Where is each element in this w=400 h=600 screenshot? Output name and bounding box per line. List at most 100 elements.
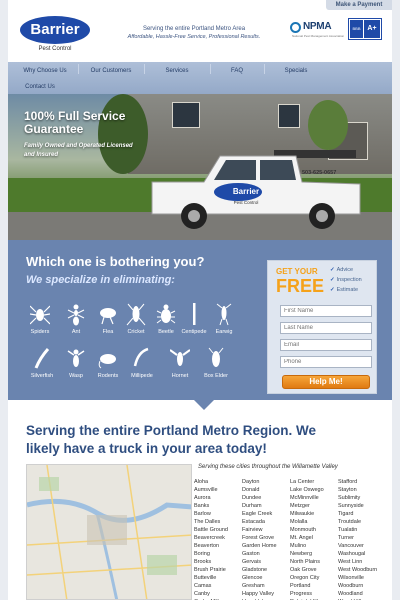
- pests-subtitle: We specialize in eliminating:: [26, 274, 175, 286]
- city-item: Beavercreek: [194, 535, 225, 541]
- checkmark-icon: ✓: [330, 277, 335, 283]
- city-item: Sublimity: [338, 495, 361, 501]
- npma-circle-icon: [290, 22, 301, 33]
- npma-label: NPMA: [303, 21, 332, 32]
- city-item: Metzger: [290, 503, 310, 509]
- bbb-label: BBB: [350, 20, 363, 38]
- section-pointer: [194, 400, 214, 410]
- make-payment-button[interactable]: Make a Payment: [326, 0, 392, 10]
- city-item: Woodburn: [338, 583, 364, 589]
- help-me-button[interactable]: Help Me!: [282, 375, 370, 389]
- truck-phone: 503-625-0657: [302, 170, 337, 176]
- city-item: Tualatin: [338, 527, 358, 533]
- city-item: Battle Ground: [194, 527, 228, 533]
- pest-earwig[interactable]: Earwig: [202, 302, 246, 342]
- city-item: North Plains: [290, 559, 320, 565]
- city-item: Gaston: [242, 551, 260, 557]
- city-item: Stafford: [338, 479, 358, 485]
- form-check-label: Estimate: [336, 287, 359, 293]
- centipede-icon: [193, 303, 196, 325]
- city-item: Garden Home: [242, 543, 277, 549]
- city-item: McMinnville: [290, 495, 319, 501]
- nav-item-services[interactable]: Services: [146, 64, 208, 78]
- city-item: Boring: [194, 551, 210, 557]
- cricket-icon: [126, 303, 146, 326]
- city-item: West Woodburn: [338, 567, 378, 573]
- pest-box-elder[interactable]: Box Elder: [194, 346, 238, 386]
- nav-item-why-choose-us[interactable]: Why Choose Us: [14, 64, 76, 78]
- city-item: Gervais: [242, 559, 261, 565]
- cities-heading: Serving these cities throughout the Will…: [198, 464, 338, 470]
- hero-banner: 100% Full Service Guarantee Family Owned…: [8, 94, 392, 240]
- form-get-your: GET YOUR: [276, 267, 318, 276]
- nav-item-specials[interactable]: Specials: [266, 64, 326, 78]
- nav-divider: [264, 64, 265, 74]
- city-item: Durham: [242, 503, 262, 509]
- city-item: Brooks: [194, 559, 212, 565]
- city-item: The Dalles: [194, 519, 221, 525]
- phone-field[interactable]: [280, 356, 372, 368]
- nav-divider: [144, 64, 145, 74]
- city-item: Milwaukie: [290, 511, 315, 517]
- hero-title: 100% Full Service Guarantee: [24, 109, 126, 136]
- city-item: Vancouver: [338, 543, 364, 549]
- city-item: Estacada: [242, 519, 265, 525]
- city-item: Banks: [194, 503, 210, 509]
- city-column-2: Dayton Donald Dundee Durham Eagle Creek Estac…: [242, 478, 290, 600]
- city-item: Dayton: [242, 479, 260, 485]
- pest-label: Box Elder: [204, 373, 228, 379]
- city-column-1: Aloha Aumsville Aurora Banks Barlow The Dalle…: [194, 478, 242, 600]
- rodent-icon: [98, 354, 116, 369]
- city-item: West Linn: [338, 559, 363, 565]
- city-item: Gladstone: [242, 567, 268, 573]
- city-item: Butteville: [194, 575, 217, 581]
- checkmark-icon: ✓: [330, 267, 335, 273]
- city-item: Oak Grove: [290, 567, 317, 573]
- truck-logo: Barrier: [232, 187, 260, 196]
- city-item: Aumsville: [194, 487, 218, 493]
- service-area-map[interactable]: [26, 464, 192, 600]
- city-item: Beaverton: [194, 543, 220, 549]
- city-item: Monmouth: [290, 527, 316, 533]
- main-nav: Why Choose Us Our Customers Services FAQ…: [8, 62, 392, 94]
- form-check-item: ✓ Estimate: [330, 287, 358, 293]
- bbb-badge[interactable]: BBB A+: [348, 18, 382, 40]
- city-column-4: Stafford Stayton Sublimity Sunnyside Tigard T…: [338, 478, 386, 600]
- form-check-item: ✓ Inspection: [330, 277, 362, 283]
- tree: [308, 100, 348, 150]
- ant-icon: [67, 304, 85, 326]
- city-item: Gresham: [242, 583, 265, 589]
- nav-item-faq[interactable]: FAQ: [212, 64, 262, 78]
- email-field[interactable]: [280, 339, 372, 351]
- tagline-line-1: Serving the entire Portland Metro Area: [142, 26, 246, 32]
- city-column-3: La Center Lake Oswego McMinnville Metzger Mi…: [290, 478, 338, 600]
- free-estimate-form: GET YOUR FREE ✓ Advice ✓ Inspection ✓ Estim…: [267, 260, 377, 394]
- nav-divider: [210, 64, 211, 74]
- city-item: Glencoe: [242, 575, 263, 581]
- service-area-title: Serving the entire Portland Metro Region…: [26, 423, 317, 456]
- city-item: Eagle Creek: [242, 511, 273, 517]
- city-item: Lake Oswego: [290, 487, 324, 493]
- city-item: Mulino: [290, 543, 307, 549]
- form-check-item: ✓ Advice: [330, 267, 353, 273]
- millipede-icon: [133, 347, 149, 367]
- nav-item-contact-us[interactable]: Contact Us: [14, 80, 66, 94]
- nav-divider: [78, 64, 79, 74]
- city-item: Happy Valley: [242, 591, 274, 597]
- bbb-grade: A+: [364, 20, 380, 38]
- city-item: Troutdale: [338, 519, 362, 525]
- city-item: Sunnyside: [338, 503, 364, 509]
- nav-item-our-customers[interactable]: Our Customers: [80, 64, 142, 78]
- page: Make a Payment Barrier Pest Control Serv…: [8, 0, 392, 600]
- city-item: Fairview: [242, 527, 263, 533]
- city-item: Newberg: [290, 551, 313, 557]
- npma-badge[interactable]: NPMA National Pest Management Associatio…: [290, 20, 344, 40]
- first-name-field[interactable]: [280, 305, 372, 317]
- city-item: Woodland: [338, 591, 363, 597]
- city-item: Oregon City: [290, 575, 320, 581]
- logo[interactable]: Barrier Pest Control: [20, 14, 90, 60]
- npma-subtitle: National Pest Management Association: [292, 34, 345, 38]
- form-check-label: Inspection: [336, 277, 362, 283]
- pests-title: Which one is bothering you?: [26, 254, 205, 269]
- last-name-field[interactable]: [280, 322, 372, 334]
